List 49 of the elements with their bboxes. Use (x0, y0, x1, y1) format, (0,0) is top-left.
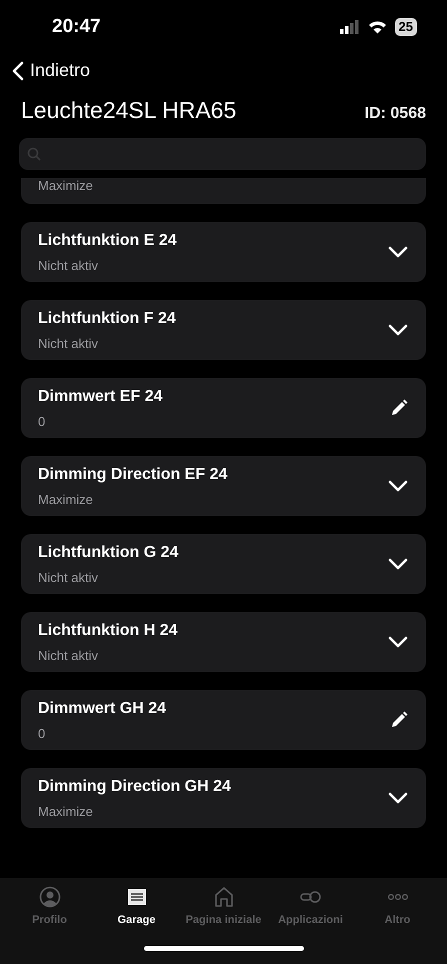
setting-title: Lichtfunktion F 24 (38, 310, 176, 328)
setting-value: Maximize (38, 804, 94, 818)
setting-card[interactable]: Dimming Direction EF 24 Maximize (21, 456, 426, 516)
chevron-down-icon[interactable] (388, 246, 408, 258)
setting-card[interactable]: Lichtfunktion H 24 Nicht aktiv (21, 612, 426, 672)
device-id: ID: 0568 (364, 105, 426, 123)
tab-bar-item[interactable]: Garage (94, 886, 178, 926)
wifi-icon (368, 20, 387, 34)
setting-title: Dimming Direction EF 24 (38, 466, 228, 484)
status-time: 20:47 (52, 16, 101, 38)
chevron-down-icon[interactable] (388, 636, 408, 648)
setting-value: Nicht aktiv (38, 258, 99, 272)
pencil-icon[interactable] (390, 711, 408, 729)
search-icon (27, 147, 41, 161)
search-field[interactable] (19, 138, 426, 170)
signal-icon (340, 20, 360, 34)
setting-value: Maximize (38, 178, 93, 193)
chevron-down-icon[interactable] (388, 480, 408, 492)
setting-card[interactable]: Dimmwert GH 24 0 (21, 690, 426, 750)
setting-value: 0 (38, 414, 46, 428)
list-icon (126, 886, 148, 908)
setting-card[interactable]: Lichtfunktion E 24 Nicht aktiv (21, 222, 426, 282)
setting-value: 0 (38, 726, 46, 740)
setting-title: Dimming Direction GH 24 (38, 778, 231, 796)
setting-title: Dimmwert EF 24 (38, 388, 162, 406)
person-icon (38, 886, 60, 908)
setting-card[interactable]: Maximize (21, 178, 426, 204)
chevron-down-icon[interactable] (388, 324, 408, 336)
device-title: Leuchte24SL HRA65 (21, 97, 236, 124)
setting-value: Nicht aktiv (38, 648, 99, 662)
setting-value: Nicht aktiv (38, 570, 99, 584)
pencil-icon[interactable] (390, 399, 408, 417)
setting-card[interactable]: Lichtfunktion G 24 Nicht aktiv (21, 534, 426, 594)
home-icon (212, 886, 234, 908)
chevron-down-icon[interactable] (388, 558, 408, 570)
setting-value: Nicht aktiv (38, 336, 99, 350)
setting-title: Lichtfunktion E 24 (38, 232, 177, 250)
setting-card[interactable]: Dimming Direction GH 24 Maximize (21, 768, 426, 828)
setting-card[interactable]: Dimmwert EF 24 0 (21, 378, 426, 438)
chevron-left-icon (12, 60, 24, 80)
battery-level: 25 (394, 18, 417, 36)
chevron-down-icon[interactable] (388, 792, 408, 804)
setting-card[interactable]: Lichtfunktion F 24 Nicht aktiv (21, 300, 426, 360)
setting-title: Lichtfunktion G 24 (38, 544, 178, 562)
more-icon (386, 894, 408, 900)
setting-title: Dimmwert GH 24 (38, 700, 166, 718)
setting-value: Maximize (38, 492, 94, 506)
back-button[interactable]: Indietro (12, 56, 90, 85)
setting-title: Lichtfunktion H 24 (38, 622, 178, 640)
